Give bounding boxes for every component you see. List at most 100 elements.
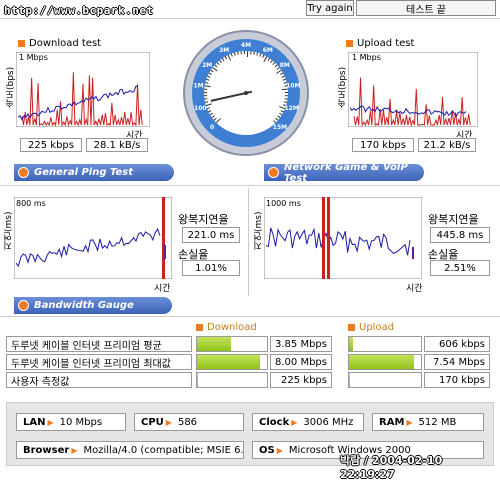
os-label: OS (259, 445, 275, 456)
ping-scale: 800 ms (16, 199, 46, 208)
game-rtt-value: 445.8 ms (430, 227, 490, 243)
ram-info: RAM▶ 512 MB (372, 413, 484, 431)
gauge-tick-label: 6M (263, 47, 273, 54)
ram-value: 512 MB (419, 417, 457, 428)
ping-rtt-label: 왕복지연율 (178, 211, 229, 227)
download-kbs-value: 28.1 kB/s (86, 138, 148, 152)
orange-square-icon (348, 324, 355, 331)
cpu-value: 586 (178, 417, 197, 428)
upload-level-fill (349, 373, 350, 387)
orange-square-icon (196, 324, 203, 331)
download-value: 8.00 Mbps (270, 354, 332, 370)
ping-section-title: General Ping Test (34, 167, 133, 178)
gauge-tick-label: 8M (280, 62, 290, 69)
clock-value: 3006 MHz (303, 417, 353, 428)
upload-level-fill (349, 337, 353, 351)
upload-value: 606 kbps (424, 336, 490, 352)
gauge-section-header: Bandwidth Gauge (14, 297, 172, 314)
upload-title-text: Upload test (357, 38, 414, 49)
download-level-fill (197, 355, 260, 369)
download-level-fill (197, 337, 231, 351)
test-end-button[interactable]: 테스트 끝 (356, 0, 496, 16)
browser-info: Browser▶ Mozilla/4.0 (compatible; MSIE 6.… (16, 441, 244, 459)
game-rtt-label: 왕복지연율 (428, 211, 479, 227)
upload-level-bar (348, 372, 422, 388)
upload-value: 170 kbps (424, 372, 490, 388)
download-kbps-value: 225 kbps (20, 138, 82, 152)
gauge-download-header-text: Download (207, 322, 257, 333)
clock-info: Clock▶ 3006 MHz (252, 413, 364, 431)
arrow-icon: ▶ (71, 446, 77, 455)
ping-chart (14, 197, 172, 279)
gauge-row-label: 두루넷 케이블 인터넷 프리미엄 평균 (6, 336, 192, 352)
gauge-tick-label: 12M (284, 105, 298, 112)
upload-kbps-value: 170 kbps (352, 138, 414, 152)
upload-level-bar (348, 354, 422, 370)
bullet-icon (268, 167, 279, 178)
divider (248, 188, 249, 296)
orange-square-icon (18, 40, 25, 47)
game-section-header: Network Game & VoIP Test (264, 164, 424, 181)
gauge-row-label: 두루넷 케이블 인터넷 프리미엄 최대값 (6, 354, 192, 370)
footer-watermark: 박람 / 2004-02-10 22:19:27 (340, 452, 500, 481)
game-section-title: Network Game & VoIP Test (284, 162, 424, 184)
upload-kbs-value: 21.2 kB/s (418, 138, 476, 152)
gauge-row-label: 사용자 측정값 (6, 372, 192, 388)
gauge-tick-label: 10M (286, 82, 300, 89)
download-value: 3.85 Mbps (270, 336, 332, 352)
arrow-icon: ▶ (291, 418, 297, 427)
gauge-tick-label: 3M (219, 47, 229, 54)
watermark-text: http://www.bcpark.net (4, 4, 154, 17)
ping-rtt-value: 221.0 ms (182, 227, 240, 243)
bullet-icon (18, 167, 29, 178)
gauge-tick-label: 1M (194, 82, 204, 89)
ping-loss-value: 1.01% (182, 260, 240, 276)
lan-info: LAN▶ 10 Mbps (16, 413, 126, 431)
arrow-icon: ▶ (406, 418, 412, 427)
browser-label: Browser (23, 445, 69, 456)
download-value: 225 kbps (270, 372, 332, 388)
download-level-bar (196, 372, 268, 388)
game-xlabel: 시간 (406, 281, 423, 294)
upload-level-bar (348, 336, 422, 352)
ram-label: RAM (379, 417, 404, 428)
cpu-info: CPU▶ 586 (134, 413, 244, 431)
upload-chart (348, 52, 478, 127)
gauge-tick-label: 0 (210, 124, 214, 131)
ping-xlabel: 시간 (154, 281, 171, 294)
clock-label: Clock (259, 417, 289, 428)
upload-level-fill (349, 355, 414, 369)
bullet-icon (18, 300, 29, 311)
arrow-icon: ▶ (47, 418, 53, 427)
gauge-download-header: Download (196, 322, 257, 333)
arrow-icon: ▶ (277, 446, 283, 455)
download-scale: 1 Mbps (19, 53, 48, 62)
download-level-bar (196, 336, 268, 352)
download-title: Download test (18, 38, 101, 49)
browser-value: Mozilla/4.0 (compatible; MSIE 6.0 (83, 445, 244, 456)
game-scale: 1000 ms (266, 199, 301, 208)
download-chart (16, 52, 150, 127)
download-level-fill (197, 373, 198, 387)
arrow-icon: ▶ (166, 418, 172, 427)
try-again-button[interactable]: Try again (306, 0, 354, 16)
download-title-text: Download test (29, 38, 101, 49)
cpu-label: CPU (141, 417, 164, 428)
lan-label: LAN (23, 417, 45, 428)
gauge-tick-label: 15M (273, 124, 287, 131)
ping-section-header: General Ping Test (14, 164, 174, 181)
upload-value: 7.54 Mbps (424, 354, 490, 370)
upload-scale: 1 Mbps (352, 53, 381, 62)
gauge-tick-label: 2M (202, 62, 212, 69)
gauge-tick-label: 4M (241, 42, 251, 49)
gauge-upload-header: Upload (348, 322, 394, 333)
orange-square-icon (346, 40, 353, 47)
gauge-upload-header-text: Upload (359, 322, 394, 333)
game-chart (264, 197, 422, 279)
speed-gauge: 01001M2M3M4M6M8M10M12M15M (182, 20, 312, 160)
gauge-section-title: Bandwidth Gauge (34, 300, 134, 311)
game-loss-value: 2.51% (430, 260, 490, 276)
upload-title: Upload test (346, 38, 414, 49)
download-level-bar (196, 354, 268, 370)
lan-value: 10 Mbps (60, 417, 102, 428)
